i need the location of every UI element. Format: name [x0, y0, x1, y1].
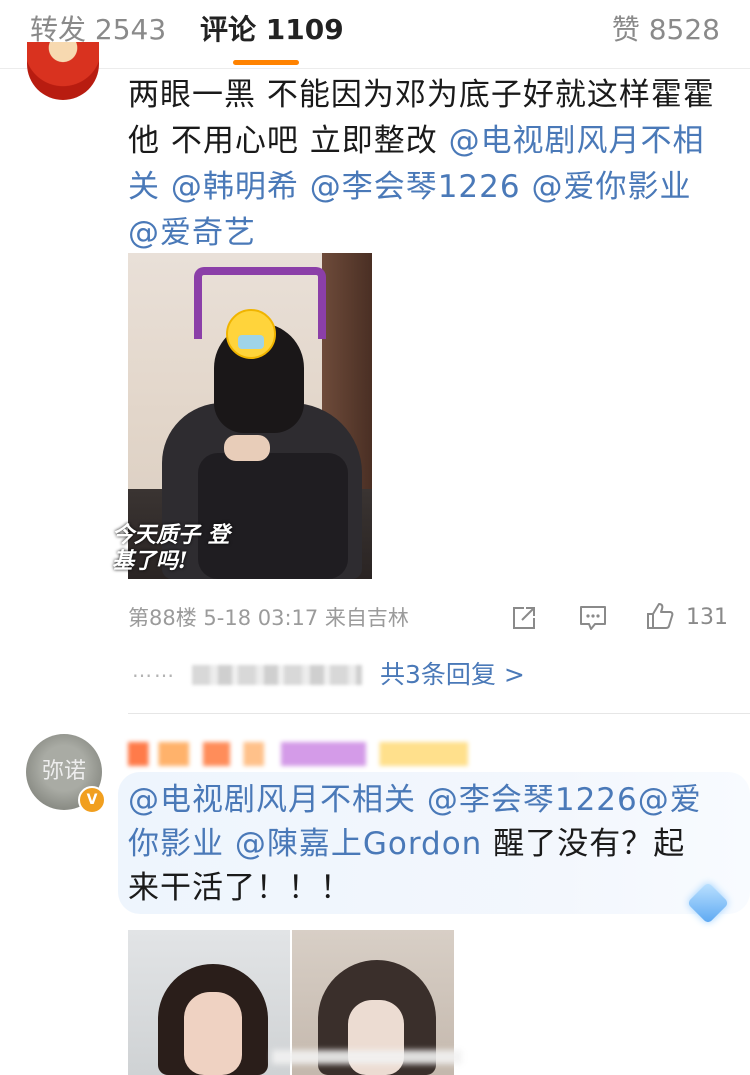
comment-text-line: 来干活了！！！ [128, 870, 352, 906]
comment-text: 两眼一黑 不能因为邓为底子好就这样霍霍 他 不用心吧 立即整改 @电视剧风月不相… [128, 72, 728, 256]
reply-dots: …… [132, 658, 176, 682]
comment-text-line: @电视剧风月不相关 @李会琴1226@爱 [128, 778, 728, 822]
like-count: 131 [686, 605, 728, 630]
mention-link[interactable]: @电视剧风月不相 [449, 123, 705, 159]
avatar[interactable] [27, 42, 99, 100]
blurred-watermark [272, 1050, 462, 1064]
tab-like[interactable]: 赞 8528 [612, 10, 720, 50]
mention-link[interactable]: 关 @韩明希 @李会琴1226 @爱你影业 [128, 169, 691, 205]
comment-icon[interactable] [578, 604, 608, 632]
comment-meta: 第88楼 5-18 03:17 来自吉林 [128, 606, 409, 630]
blurred-reply-preview [192, 665, 362, 685]
verified-badge-icon: V [78, 786, 106, 814]
comment-text-line: 两眼一黑 不能因为邓为底子好就这样霍霍 [128, 77, 715, 113]
blurred-username[interactable] [128, 742, 468, 766]
comment-text-line: @爱奇艺 [128, 210, 728, 256]
comment-text-line: 你影业 @陳嘉上Gordon 醒了没有？起 [128, 822, 728, 866]
active-tab-indicator [233, 60, 299, 65]
mention-link[interactable]: @电视剧风月不相关 @李会琴1226@爱 [128, 782, 702, 818]
comment-text-line: 他 不用心吧 立即整改 @电视剧风月不相 [128, 118, 728, 164]
comment-text-line: 关 @韩明希 @李会琴1226 @爱你影业 [128, 164, 728, 210]
photo-caption: 今天质子 登基了吗! [112, 522, 230, 574]
share-icon[interactable] [510, 604, 538, 632]
comment-text: @电视剧风月不相关 @李会琴1226@爱 你影业 @陳嘉上Gordon 醒了没有… [128, 778, 728, 910]
like-icon[interactable] [644, 600, 676, 632]
comment-divider [128, 713, 750, 714]
mention-link[interactable]: 你影业 @陳嘉上Gordon [128, 826, 482, 862]
comment-tabs: 转发 2543 评论 1109 赞 8528 [0, 0, 750, 69]
tab-comment[interactable]: 评论 1109 [200, 10, 344, 50]
mention-link[interactable]: @爱奇艺 [128, 215, 256, 251]
emoji-sticker-icon [226, 309, 276, 359]
comment-photo[interactable] [128, 930, 290, 1075]
photo-hands [224, 435, 270, 461]
comment-text-plain: 他 不用心吧 立即整改 [128, 123, 449, 159]
view-replies-link[interactable]: 共3条回复 > [380, 658, 525, 692]
photo-face [184, 992, 242, 1075]
comment-text-plain: 醒了没有？起 [482, 826, 686, 862]
